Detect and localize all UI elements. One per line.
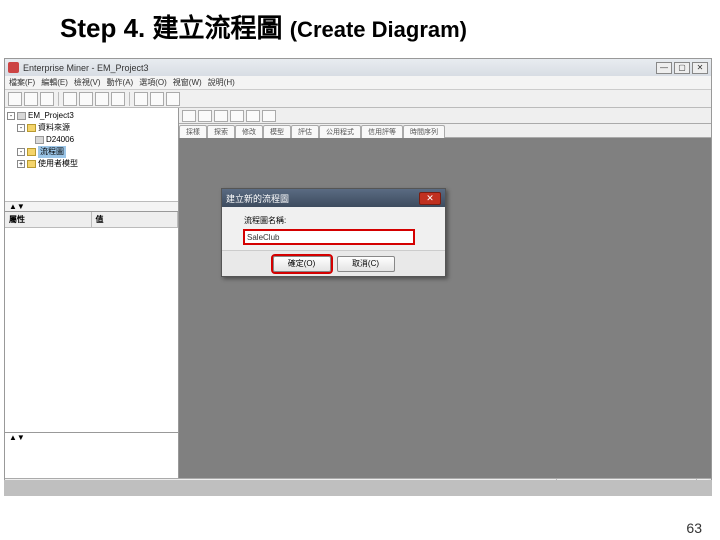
diagram-canvas[interactable]: 建立新的流程圖 ✕ 流程圖名稱: 確定(O) 取消(C) [179, 138, 711, 478]
cancel-button[interactable]: 取消(C) [337, 256, 395, 272]
dialog-title-text: 建立新的流程圖 [226, 192, 289, 205]
menubar[interactable]: 檔案(F) 編輯(E) 檢視(V) 動作(A) 選項(O) 視窗(W) 說明(H… [5, 76, 711, 90]
properties-panel: 屬性 值 [5, 212, 178, 432]
expand-icon[interactable]: - [17, 148, 25, 156]
tree-dataset[interactable]: D24006 [46, 134, 74, 146]
tab-model[interactable]: 模型 [263, 125, 291, 138]
dialog-close-button[interactable]: ✕ [419, 192, 441, 205]
tree-root[interactable]: EM_Project3 [28, 110, 74, 122]
app-icon [8, 62, 19, 73]
tab-sample[interactable]: 採樣 [179, 125, 207, 138]
toolbar-cut-icon[interactable] [63, 92, 77, 106]
ok-button[interactable]: 確定(O) [273, 256, 331, 272]
minimize-button[interactable]: — [656, 62, 672, 74]
folder-icon [27, 160, 36, 168]
diagram-name-label: 流程圖名稱: [244, 215, 435, 226]
title-en: (Create Diagram) [290, 17, 467, 42]
main-body: -EM_Project3 -資料來源 D24006 -流程圖 +使用者模型 ▲▼… [5, 108, 711, 478]
folder-icon [27, 148, 36, 156]
toolbar-delete-icon[interactable] [111, 92, 125, 106]
category-tabs: 採樣 探索 修改 模型 評估 公用程式 信用評等 時間序列 [179, 124, 711, 138]
toolbar-copy-icon[interactable] [79, 92, 93, 106]
title-zh: 建立流程圖 [152, 14, 282, 43]
prop-col-name: 屬性 [5, 212, 92, 227]
menu-window[interactable]: 視窗(W) [173, 77, 202, 88]
tree-diagram-selected[interactable]: 流程圖 [38, 146, 66, 158]
toolbar-new-icon[interactable] [8, 92, 22, 106]
tab-modify[interactable]: 修改 [235, 125, 263, 138]
create-diagram-dialog: 建立新的流程圖 ✕ 流程圖名稱: 確定(O) 取消(C) [221, 188, 446, 277]
project-tree[interactable]: -EM_Project3 -資料來源 D24006 -流程圖 +使用者模型 ▲▼ [5, 108, 178, 212]
menu-view[interactable]: 檢視(V) [74, 77, 101, 88]
maximize-button[interactable]: ▢ [674, 62, 690, 74]
expand-icon[interactable]: - [17, 124, 25, 132]
toolbar-run-icon[interactable] [134, 92, 148, 106]
dialog-titlebar[interactable]: 建立新的流程圖 ✕ [222, 189, 445, 207]
toolbar-refresh-icon[interactable] [166, 92, 180, 106]
tree-usermodel[interactable]: 使用者模型 [38, 158, 78, 170]
expand-icon[interactable]: - [7, 112, 15, 120]
diagram-name-input[interactable] [244, 230, 414, 244]
tab-timeseries[interactable]: 時間序列 [403, 125, 445, 138]
slide-footer-bar [4, 480, 712, 496]
node-toolbar [179, 108, 711, 124]
left-column: -EM_Project3 -資料來源 D24006 -流程圖 +使用者模型 ▲▼… [5, 108, 179, 478]
toolbar-paste-icon[interactable] [95, 92, 109, 106]
node-button-icon[interactable] [198, 110, 212, 122]
properties-header: 屬性 值 [5, 212, 178, 228]
collapse-arrow-icon[interactable]: ▲▼ [5, 433, 29, 442]
app-window: Enterprise Miner - EM_Project3 — ▢ ✕ 檔案(… [4, 58, 712, 493]
prop-col-value: 值 [92, 212, 179, 227]
titlebar[interactable]: Enterprise Miner - EM_Project3 — ▢ ✕ [5, 59, 711, 76]
node-button-icon[interactable] [246, 110, 260, 122]
toolbar-separator [58, 92, 59, 106]
pane-resize-handle[interactable]: ▲▼ [5, 201, 178, 211]
step-prefix: Step 4. [60, 13, 145, 43]
tree-datasource[interactable]: 資料來源 [38, 122, 70, 134]
dialog-body: 流程圖名稱: [222, 207, 445, 250]
slide-title: Step 4. 建立流程圖 (Create Diagram) [60, 8, 467, 45]
tab-credit[interactable]: 信用評等 [361, 125, 403, 138]
tab-assess[interactable]: 評估 [291, 125, 319, 138]
right-column: 採樣 探索 修改 模型 評估 公用程式 信用評等 時間序列 建立新的流程圖 ✕ [179, 108, 711, 478]
table-icon [35, 136, 44, 144]
description-panel: ▲▼ [5, 432, 178, 478]
menu-file[interactable]: 檔案(F) [9, 77, 35, 88]
folder-icon [27, 124, 36, 132]
toolbar [5, 90, 711, 108]
node-button-icon[interactable] [262, 110, 276, 122]
toolbar-stop-icon[interactable] [150, 92, 164, 106]
titlebar-text: Enterprise Miner - EM_Project3 [23, 63, 149, 73]
toolbar-open-icon[interactable] [24, 92, 38, 106]
menu-edit[interactable]: 編輯(E) [41, 77, 68, 88]
node-button-icon[interactable] [214, 110, 228, 122]
toolbar-separator [129, 92, 130, 106]
expand-icon[interactable]: + [17, 160, 25, 168]
close-button[interactable]: ✕ [692, 62, 708, 74]
collapse-arrow-icon[interactable]: ▲▼ [5, 202, 29, 211]
node-button-icon[interactable] [182, 110, 196, 122]
project-icon [17, 112, 26, 120]
node-button-icon[interactable] [230, 110, 244, 122]
dialog-button-row: 確定(O) 取消(C) [222, 250, 445, 276]
tab-utility[interactable]: 公用程式 [319, 125, 361, 138]
menu-options[interactable]: 選項(O) [139, 77, 167, 88]
menu-help[interactable]: 說明(H) [208, 77, 235, 88]
page-number: 63 [686, 520, 702, 536]
menu-action[interactable]: 動作(A) [107, 77, 134, 88]
toolbar-save-icon[interactable] [40, 92, 54, 106]
tab-explore[interactable]: 探索 [207, 125, 235, 138]
